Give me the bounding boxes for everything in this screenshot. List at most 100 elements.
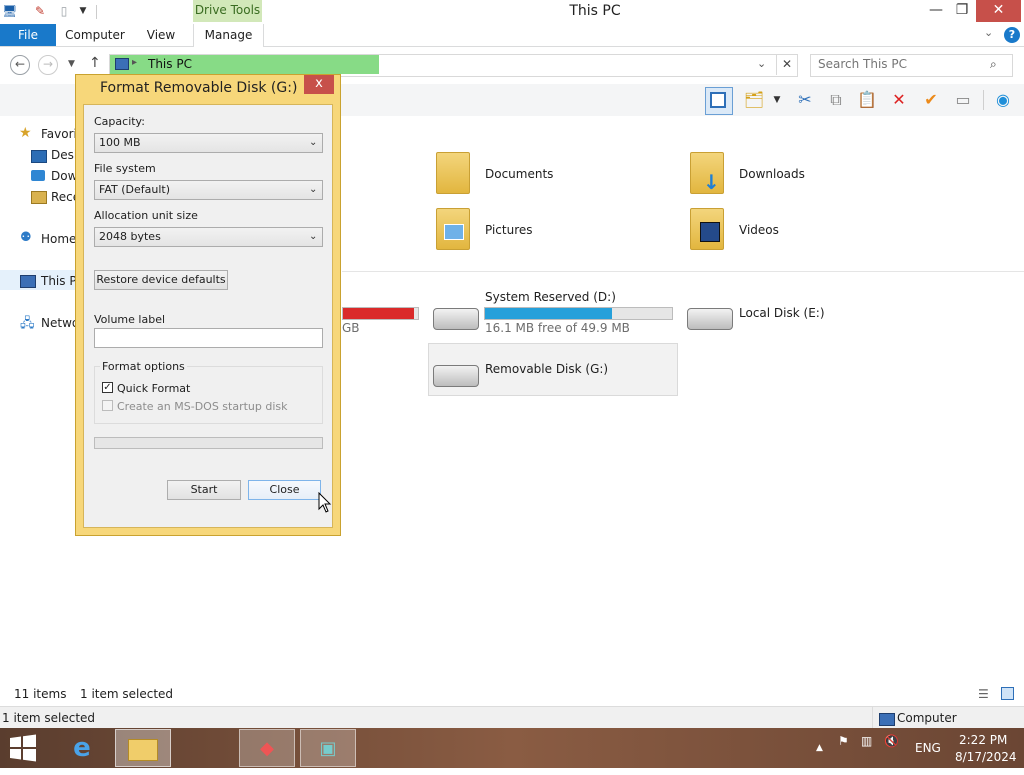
up-icon[interactable]: ↑ bbox=[89, 55, 101, 71]
volume-muted-icon[interactable]: 🔇 bbox=[884, 734, 899, 748]
search-icon[interactable]: ⌕ bbox=[990, 57, 997, 72]
rename-icon[interactable]: ✔ bbox=[918, 87, 944, 113]
star-icon: ★ bbox=[19, 125, 32, 141]
capacity-label: Capacity: bbox=[94, 115, 145, 128]
quick-format-label[interactable]: Quick Format bbox=[117, 382, 190, 395]
internet-explorer-icon[interactable]: e bbox=[54, 729, 110, 767]
recent-places-icon bbox=[31, 191, 47, 204]
checkmark-icon: ✓ bbox=[103, 382, 112, 393]
file-explorer-icon bbox=[128, 739, 158, 761]
tab-computer[interactable]: Computer bbox=[61, 24, 129, 46]
options-dropdown-icon[interactable]: ▼ bbox=[770, 87, 784, 113]
allocation-select[interactable]: 2048 bytes bbox=[94, 227, 323, 247]
clock-time[interactable]: 2:22 PM bbox=[959, 733, 1007, 747]
nav-downloads[interactable]: Dow bbox=[51, 169, 77, 183]
cut-icon[interactable]: ✂ bbox=[792, 87, 818, 113]
this-pc-icon bbox=[115, 58, 129, 70]
help-icon[interactable]: ? bbox=[1004, 27, 1020, 43]
filesystem-label: File system bbox=[94, 162, 156, 175]
action-center-flag-icon[interactable]: ⚑ bbox=[838, 734, 849, 748]
nav-this-pc[interactable]: This P bbox=[41, 274, 77, 288]
breadcrumb-chevron-icon[interactable]: ▸ bbox=[132, 57, 137, 68]
capacity-select[interactable]: 100 MB bbox=[94, 133, 323, 153]
download-arrow-icon: ↓ bbox=[703, 170, 720, 194]
drive-c-usage-bar bbox=[342, 307, 419, 320]
drive-e-icon[interactable] bbox=[687, 308, 733, 330]
filesystem-value: FAT (Default) bbox=[99, 183, 170, 196]
documents-folder-icon[interactable] bbox=[436, 152, 470, 194]
picture-thumb-icon bbox=[444, 224, 464, 240]
section-divider bbox=[342, 271, 1024, 272]
quick-format-checkbox[interactable]: ✓ bbox=[102, 382, 113, 393]
minimize-button[interactable]: — bbox=[922, 0, 950, 22]
msdos-startup-checkbox[interactable] bbox=[102, 400, 113, 411]
tab-manage[interactable]: Manage bbox=[193, 24, 264, 47]
allocation-value: 2048 bytes bbox=[99, 230, 161, 243]
start-windows-icon[interactable] bbox=[8, 734, 38, 765]
drive-d-label[interactable]: System Reserved (D:) bbox=[485, 290, 616, 304]
computer-icon bbox=[20, 275, 36, 288]
file-explorer-taskbar-button[interactable] bbox=[115, 729, 171, 767]
folder-videos-label[interactable]: Videos bbox=[739, 223, 779, 237]
drive-c-free-text: GB bbox=[342, 321, 360, 335]
folder-options-icon[interactable]: 🗂 bbox=[741, 87, 767, 113]
maximize-button[interactable]: ❐ bbox=[948, 0, 976, 22]
status-selection: 1 item selected bbox=[80, 687, 174, 701]
desktop-icon bbox=[31, 150, 47, 163]
search-input[interactable] bbox=[818, 57, 978, 71]
bottom-selection: 1 item selected bbox=[2, 711, 96, 725]
breadcrumb-this-pc[interactable]: This PC bbox=[148, 57, 192, 71]
nav-network[interactable]: Netwo bbox=[41, 316, 79, 330]
close-window-button[interactable]: ✕ bbox=[976, 0, 1021, 22]
address-dropdown-icon[interactable]: ⌄ bbox=[757, 57, 766, 70]
network-icon: 🖧 bbox=[20, 316, 35, 331]
details-view-icon[interactable]: ☰ bbox=[978, 687, 989, 701]
status-location: Computer bbox=[897, 711, 957, 725]
expand-ribbon-icon[interactable]: ⌄ bbox=[984, 26, 993, 39]
capacity-chevron-down-icon[interactable]: ⌄ bbox=[309, 137, 317, 148]
tab-view[interactable]: View bbox=[137, 24, 185, 46]
filesystem-chevron-down-icon[interactable]: ⌄ bbox=[309, 184, 317, 195]
drive-d-icon[interactable] bbox=[433, 308, 479, 330]
drive-g-label[interactable]: Removable Disk (G:) bbox=[485, 362, 608, 376]
clock-date[interactable]: 8/17/2024 bbox=[955, 750, 1017, 764]
restore-defaults-button[interactable]: Restore device defaults bbox=[94, 270, 228, 290]
computer-management-icon: ▣ bbox=[319, 738, 337, 759]
back-icon[interactable]: ← bbox=[10, 55, 30, 75]
copy-icon[interactable]: ⧉ bbox=[823, 87, 849, 113]
dialog-close-icon[interactable]: x bbox=[304, 75, 334, 94]
bottom-status-bar bbox=[0, 706, 1024, 729]
format-tool-taskbar-button[interactable]: ▣ bbox=[300, 729, 356, 767]
globe-icon[interactable]: ◉ bbox=[990, 87, 1016, 113]
app-fox-taskbar-button[interactable]: ◆ bbox=[239, 729, 295, 767]
drive-d-usage-bar bbox=[484, 307, 673, 320]
drive-d-usage-fill bbox=[485, 308, 613, 319]
delete-icon[interactable]: ✕ bbox=[886, 87, 912, 113]
allocation-label: Allocation unit size bbox=[94, 209, 198, 222]
mouse-cursor-icon bbox=[318, 492, 332, 513]
start-button[interactable]: Start bbox=[167, 480, 241, 500]
capacity-value: 100 MB bbox=[99, 136, 141, 149]
large-icons-view-icon[interactable] bbox=[1001, 687, 1014, 700]
language-indicator[interactable]: ENG bbox=[915, 741, 941, 755]
folder-downloads-label[interactable]: Downloads bbox=[739, 167, 805, 181]
show-hidden-icons-icon[interactable]: ▲ bbox=[816, 743, 823, 753]
network-tray-icon[interactable]: ▥ bbox=[861, 734, 872, 748]
allocation-chevron-down-icon[interactable]: ⌄ bbox=[309, 231, 317, 242]
drive-d-free-text: 16.1 MB free of 49.9 MB bbox=[485, 321, 630, 335]
folder-documents-label[interactable]: Documents bbox=[485, 167, 553, 181]
drive-e-label[interactable]: Local Disk (E:) bbox=[739, 306, 825, 320]
folder-pictures-label[interactable]: Pictures bbox=[485, 223, 533, 237]
paste-icon[interactable]: 📋 bbox=[854, 87, 880, 113]
address-clear-icon[interactable]: ✕ bbox=[776, 54, 797, 75]
forward-icon[interactable]: → bbox=[38, 55, 58, 75]
tab-file[interactable]: File bbox=[0, 24, 56, 46]
drive-g-icon[interactable] bbox=[433, 365, 479, 387]
recent-locations-icon[interactable]: ▼ bbox=[68, 59, 75, 69]
close-button[interactable]: Close bbox=[248, 480, 321, 500]
nav-homegroup[interactable]: Home bbox=[41, 232, 76, 246]
properties-toolbar-icon[interactable]: ▭ bbox=[950, 87, 976, 113]
volume-label-input[interactable] bbox=[94, 328, 323, 348]
dialog-title: Format Removable Disk (G:) bbox=[100, 80, 298, 96]
filesystem-select[interactable]: FAT (Default) bbox=[94, 180, 323, 200]
